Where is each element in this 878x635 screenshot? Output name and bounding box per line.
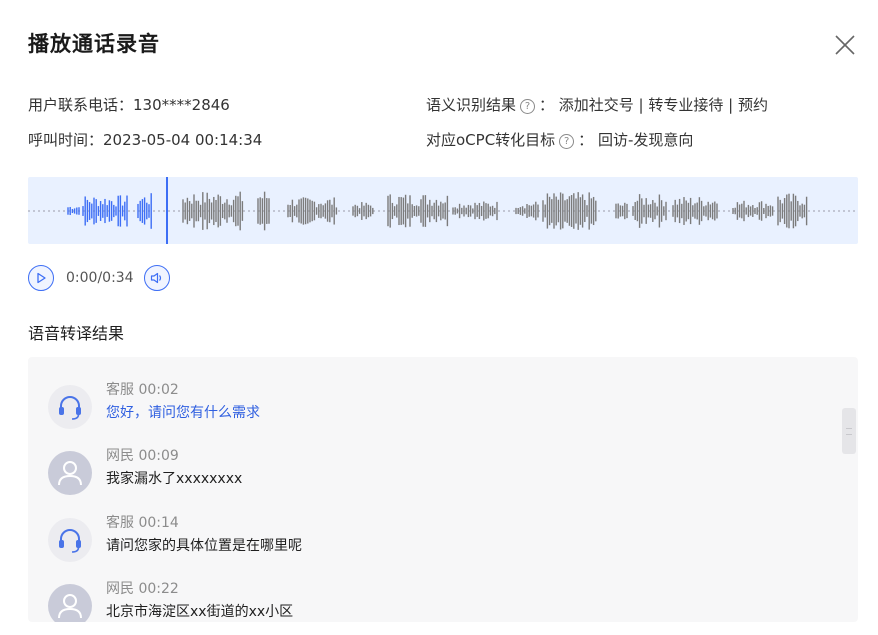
- ocpc-goal-label: 对应oCPC转化目标: [426, 131, 556, 149]
- play-recording-dialog: 播放通话录音 用户联系电话：130****2846 呼叫时间：2023-05-0…: [0, 0, 878, 635]
- user-avatar: [48, 451, 92, 495]
- transcript-scrollbar[interactable]: [842, 408, 856, 454]
- transcript-message: 网民 00:09 我家漏水了xxxxxxxx: [48, 445, 828, 501]
- headset-icon: [59, 396, 81, 420]
- transcript-section-title: 语音转译结果: [28, 324, 125, 343]
- play-icon: [37, 272, 46, 284]
- playhead-cursor[interactable]: [166, 177, 168, 244]
- waveform-graphic: [28, 177, 858, 244]
- message-text: 请问您家的具体位置是在哪里呢: [106, 538, 302, 554]
- phone-row: 用户联系电话：130****2846: [28, 94, 230, 115]
- call-time-value: 2023-05-04 00:14:34: [103, 131, 263, 149]
- user-icon: [58, 461, 82, 486]
- message-text: 我家漏水了xxxxxxxx: [106, 471, 243, 487]
- transcript-panel: 客服 00:02 您好，请问您有什么需求 网民 00:09 我家漏水了xxxxx…: [28, 357, 858, 622]
- dialog-title: 播放通话录音: [28, 32, 160, 56]
- user-icon: [58, 594, 82, 619]
- phone-value: 130****2846: [133, 96, 230, 114]
- ocpc-goal-value: ： 回访-发现意向: [578, 131, 694, 149]
- message-meta: 客服 00:14: [106, 515, 179, 531]
- volume-button[interactable]: [143, 265, 170, 291]
- semantic-result-value: ： 添加社交号 | 转专业接待 | 预约: [539, 96, 768, 114]
- play-button[interactable]: [28, 265, 54, 291]
- ocpc-goal-row: 对应oCPC转化目标?： 回访-发现意向: [426, 129, 693, 150]
- semantic-result-row: 语义识别结果?： 添加社交号 | 转专业接待 | 预约: [426, 94, 768, 115]
- agent-avatar: [48, 385, 92, 429]
- agent-avatar: [48, 518, 92, 562]
- headset-icon: [59, 529, 81, 553]
- help-icon[interactable]: ?: [520, 99, 536, 114]
- player-controls: 0:00/0:34: [28, 264, 170, 292]
- call-time-row: 呼叫时间：2023-05-04 00:14:34: [28, 129, 262, 150]
- phone-label: 用户联系电话：: [28, 96, 134, 114]
- message-meta: 客服 00:02: [106, 382, 179, 398]
- close-button[interactable]: [832, 32, 858, 58]
- message-meta: 网民 00:09: [106, 448, 179, 464]
- user-avatar: [48, 584, 92, 622]
- transcript-message: 网民 00:22 北京市海淀区xx街道的xx小区: [48, 578, 828, 622]
- transcript-message: 客服 00:02 您好，请问您有什么需求: [48, 379, 828, 435]
- audio-waveform[interactable]: [28, 177, 858, 244]
- semantic-result-label: 语义识别结果: [426, 96, 517, 114]
- volume-icon: [150, 272, 161, 284]
- message-meta: 网民 00:22: [106, 581, 179, 597]
- message-text: 您好，请问您有什么需求: [106, 405, 260, 421]
- close-icon: [835, 35, 855, 55]
- message-text: 北京市海淀区xx街道的xx小区: [106, 604, 294, 620]
- call-time-label: 呼叫时间：: [28, 131, 104, 149]
- transcript-message: 客服 00:14 请问您家的具体位置是在哪里呢: [48, 512, 828, 568]
- playback-time: 0:00/0:34: [66, 270, 134, 286]
- help-icon[interactable]: ?: [559, 134, 575, 149]
